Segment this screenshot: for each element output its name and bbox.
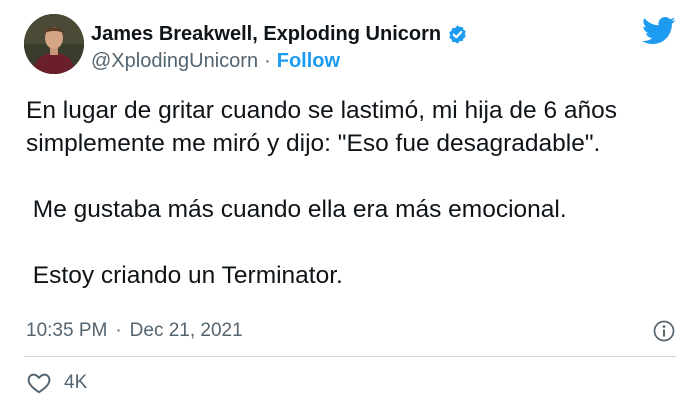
info-icon[interactable] [652,319,676,343]
tweet-card: James Breakwell, Exploding Unicorn @Xplo… [0,0,700,410]
follow-button[interactable]: Follow [277,50,340,73]
tweet-time[interactable]: 10:35 PM [26,320,107,342]
tweet-paragraph: Estoy criando un Terminator. [26,262,343,289]
author-block: James Breakwell, Exploding Unicorn @Xplo… [91,22,468,73]
tweet-body: En lugar de gritar cuando se lastimó, mi… [26,94,676,292]
tweet-paragraph: En lugar de gritar cuando se lastimó, mi… [26,97,618,157]
author-handle[interactable]: @XplodingUnicorn [91,50,258,73]
tweet-paragraph: Me gustaba más cuando ella era más emoci… [26,196,567,223]
like-action[interactable]: 4K [26,370,87,396]
divider [24,356,676,357]
tweet-meta: 10:35 PM · Dec 21, 2021 [26,318,676,344]
author-display-name[interactable]: James Breakwell, Exploding Unicorn [91,23,441,46]
heart-icon[interactable] [26,370,52,396]
verified-badge-icon [447,24,468,45]
avatar[interactable] [24,14,84,74]
handle-separator: · [264,50,271,72]
date-separator: · [115,320,122,341]
tweet-date[interactable]: Dec 21, 2021 [130,320,243,342]
handle-row: @XplodingUnicorn · Follow [91,50,468,73]
name-row: James Breakwell, Exploding Unicorn [91,22,468,46]
twitter-bird-icon[interactable] [642,16,676,46]
like-count: 4K [64,372,88,393]
